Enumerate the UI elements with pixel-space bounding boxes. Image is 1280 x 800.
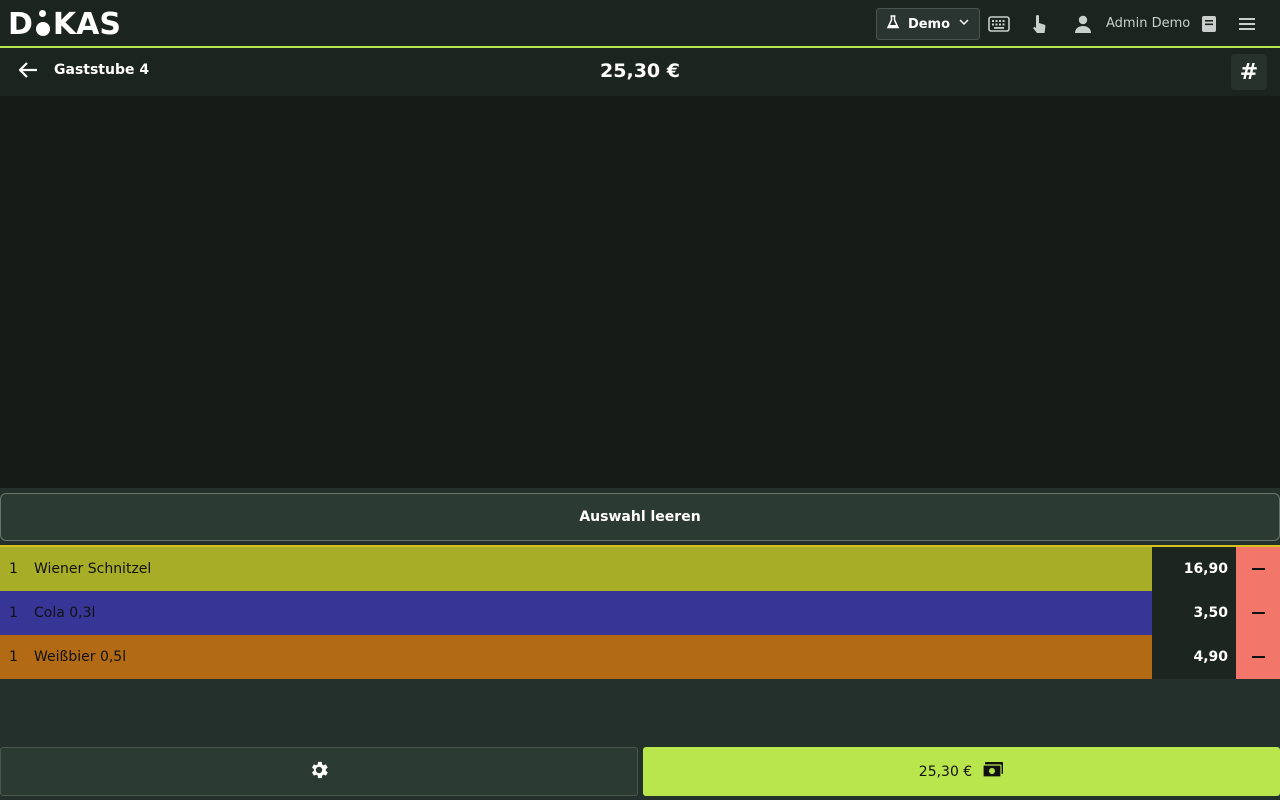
remove-item-button[interactable] bbox=[1236, 635, 1280, 679]
touch-icon[interactable] bbox=[1027, 12, 1051, 36]
item-name: Weißbier 0,5l bbox=[34, 649, 127, 665]
item-name: Cola 0,3l bbox=[34, 605, 96, 621]
product-area bbox=[0, 96, 1280, 488]
item-quantity: 1 bbox=[9, 649, 18, 665]
order-total: 25,30 € bbox=[600, 60, 680, 82]
order-item[interactable]: 1 Weißbier 0,5l bbox=[0, 635, 1152, 679]
item-quantity: 1 bbox=[9, 561, 18, 577]
minus-icon bbox=[1251, 656, 1265, 658]
hash-icon: # bbox=[1239, 59, 1259, 85]
top-bar: D KAS Demo Admin Demo bbox=[0, 0, 1280, 48]
pay-amount: 25,30 € bbox=[918, 763, 973, 780]
gear-icon bbox=[308, 759, 330, 785]
order-row[interactable]: 1 Cola 0,3l 3,50 bbox=[0, 591, 1280, 635]
flask-icon bbox=[886, 15, 900, 33]
item-price: 4,90 bbox=[1152, 635, 1236, 679]
clear-selection-label: Auswahl leeren bbox=[579, 509, 701, 525]
item-price: 3,50 bbox=[1152, 591, 1236, 635]
logo-i-mark bbox=[34, 9, 52, 39]
settings-button[interactable] bbox=[0, 747, 638, 796]
minus-icon bbox=[1251, 568, 1265, 570]
logo: D KAS bbox=[8, 6, 121, 42]
mode-select-label: Demo bbox=[907, 16, 951, 32]
user-icon[interactable] bbox=[1071, 12, 1095, 36]
order-item[interactable]: 1 Cola 0,3l bbox=[0, 591, 1152, 635]
user-name[interactable]: Admin Demo bbox=[1106, 16, 1190, 31]
book-icon[interactable] bbox=[1197, 12, 1221, 36]
remove-item-button[interactable] bbox=[1236, 591, 1280, 635]
pay-button[interactable]: 25,30 € bbox=[643, 747, 1280, 796]
table-number-button[interactable]: # bbox=[1231, 54, 1267, 90]
keyboard-icon[interactable] bbox=[987, 12, 1011, 36]
mode-select[interactable]: Demo bbox=[876, 8, 980, 40]
order-row[interactable]: 1 Wiener Schnitzel 16,90 bbox=[0, 547, 1280, 591]
order-list: 1 Wiener Schnitzel 16,90 1 Cola 0,3l 3,5… bbox=[0, 545, 1280, 679]
item-name: Wiener Schnitzel bbox=[34, 561, 152, 577]
item-quantity: 1 bbox=[9, 605, 18, 621]
logo-text-right: KAS bbox=[52, 6, 121, 42]
remove-item-button[interactable] bbox=[1236, 547, 1280, 591]
sub-header: Gaststube 4 25,30 € # bbox=[0, 48, 1280, 96]
order-item[interactable]: 1 Wiener Schnitzel bbox=[0, 547, 1152, 591]
cash-icon bbox=[982, 761, 1004, 783]
clear-selection-button[interactable]: Auswahl leeren bbox=[0, 493, 1280, 541]
order-row[interactable]: 1 Weißbier 0,5l 4,90 bbox=[0, 635, 1280, 679]
item-price: 16,90 bbox=[1152, 547, 1236, 591]
logo-text-left: D bbox=[8, 6, 33, 42]
minus-icon bbox=[1251, 612, 1265, 614]
chevron-down-icon bbox=[958, 16, 970, 32]
menu-icon[interactable] bbox=[1235, 12, 1259, 36]
